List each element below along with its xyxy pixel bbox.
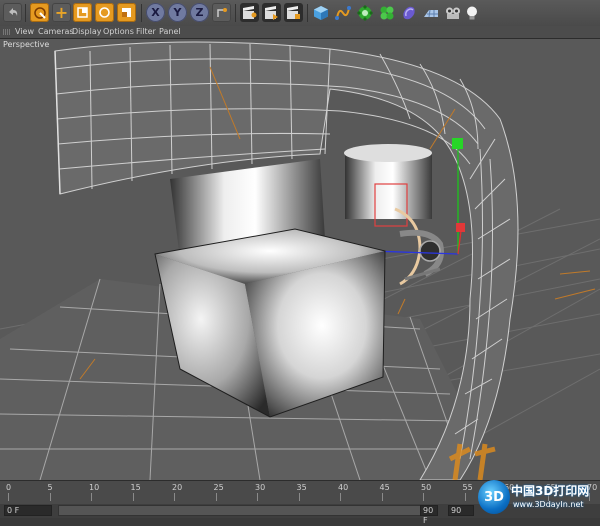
timeline-tick-label: 55 [462, 483, 473, 492]
z-axis-letter: Z [195, 6, 204, 19]
timeline-tick-mark [174, 493, 175, 501]
timeline-tick-mark [298, 493, 300, 501]
timeline-tick-mark [91, 493, 92, 501]
nurbs-icon[interactable] [355, 3, 374, 22]
timeline-tick-mark [8, 493, 9, 501]
menu-options[interactable]: Options [103, 27, 134, 36]
rotate-icon[interactable] [95, 3, 114, 22]
x-axis-handle-icon[interactable] [456, 223, 465, 232]
watermark-logo: 3D 中国3D打印网 www.3DdayIn.net [478, 478, 598, 518]
viewport-label: Perspective [3, 40, 50, 49]
main-toolbar: + X Y Z [0, 0, 600, 27]
live-selection-icon[interactable] [30, 3, 49, 22]
floor-icon[interactable] [421, 3, 440, 22]
timeline-tick-mark [49, 493, 51, 501]
render-picture-viewer-icon[interactable] [262, 3, 281, 22]
viewport-menubar: View Cameras Display Options Filter Pane… [0, 26, 600, 39]
timeline-tick-label: 25 [213, 483, 224, 492]
menu-display[interactable]: Display [72, 27, 102, 36]
undo-icon[interactable] [3, 3, 22, 22]
y-axis-icon[interactable]: Y [168, 3, 187, 22]
timeline-tick-label: 30 [255, 483, 266, 492]
scale-icon[interactable] [73, 3, 92, 22]
x-axis-letter: X [151, 6, 160, 19]
move-icon[interactable]: + [52, 3, 71, 22]
array-icon[interactable] [377, 3, 396, 22]
deformer-icon[interactable] [399, 3, 418, 22]
perspective-viewport[interactable]: Perspective [0, 39, 600, 480]
timeline-tick-label: 10 [89, 483, 100, 492]
timeline-tick-mark [132, 493, 134, 501]
timeline-tick-label: 50 [421, 483, 432, 492]
world-coords-icon[interactable] [212, 3, 231, 22]
timeline-tick-mark [215, 493, 217, 501]
menu-filter[interactable]: Filter [136, 27, 156, 36]
menu-panel[interactable]: Panel [159, 27, 181, 36]
max-frame-field[interactable]: 90 [448, 505, 474, 516]
timeline-tick-mark [340, 493, 341, 501]
watermark-title: 中国3D打印网 [511, 484, 590, 498]
timeline-tick-mark [464, 493, 466, 501]
last-tool-icon[interactable] [117, 3, 136, 22]
timeline-tick-label: 0 [6, 483, 12, 492]
time-range-slider[interactable] [58, 505, 438, 516]
menu-view[interactable]: View [15, 27, 34, 36]
camera-icon[interactable] [443, 3, 462, 22]
timeline-tick-label: 20 [172, 483, 183, 492]
menu-cameras[interactable]: Cameras [38, 27, 74, 36]
light-icon[interactable] [462, 3, 481, 22]
timeline-tick-label: 45 [379, 483, 390, 492]
watermark-url: www.3DdayIn.net [513, 500, 584, 509]
render-settings-icon[interactable] [284, 3, 303, 22]
timeline-tick-mark [257, 493, 258, 501]
cylinder-right [344, 144, 432, 219]
timeline-tick-mark [423, 493, 424, 501]
x-axis-icon[interactable]: X [146, 3, 165, 22]
y-axis-handle-icon[interactable] [452, 138, 463, 149]
cube-primitive-icon[interactable] [311, 3, 330, 22]
watermark-badge-icon: 3D [478, 480, 510, 514]
y-axis-letter: Y [173, 6, 182, 19]
start-frame-field[interactable]: 0 F [4, 505, 52, 516]
scene-canvas[interactable] [0, 39, 600, 480]
spline-icon[interactable] [333, 3, 352, 22]
timeline-tick-label: 35 [296, 483, 307, 492]
z-axis-icon[interactable]: Z [190, 3, 209, 22]
timeline-tick-label: 40 [338, 483, 349, 492]
end-frame-field[interactable]: 90 F [420, 505, 438, 525]
panel-grip-icon[interactable] [3, 29, 10, 35]
timeline-tick-label: 5 [47, 483, 53, 492]
render-view-icon[interactable] [240, 3, 259, 22]
timeline-tick-label: 15 [130, 483, 141, 492]
timeline-tick-mark [381, 493, 383, 501]
